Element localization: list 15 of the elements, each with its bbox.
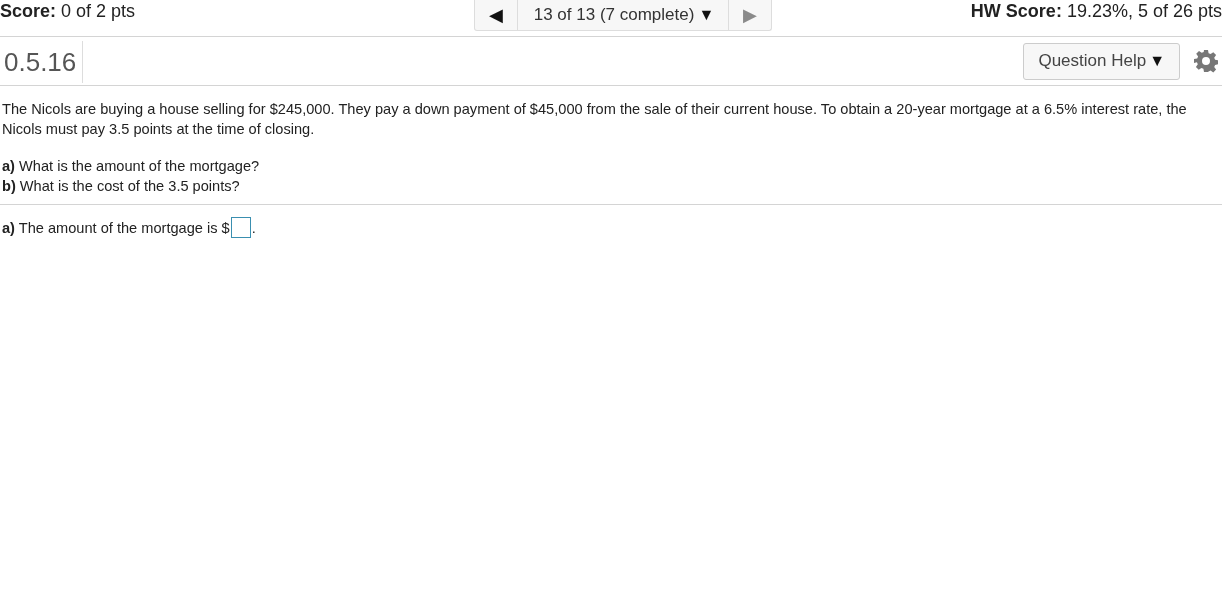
caret-icon: ▼ <box>698 6 715 24</box>
hw-score-text: HW Score: 19.23%, 5 of 26 pts <box>970 0 1222 22</box>
question-number: 0.5.16 <box>0 41 84 83</box>
answer-period: . <box>251 219 256 236</box>
caret-icon: ▼ <box>1149 52 1165 70</box>
answer-prompt: a) The amount of the mortgage is $ <box>2 219 230 236</box>
problem-text: The Nicols are buying a house selling for $245,000. They pay a down payment of $45,000 from the sale of their current house. To obtain a 20-year mortgage at a 6.5% interest rate, the Nicols must pay 3.5 points at the time of closing. <box>2 100 1188 139</box>
previous-button[interactable]: ◀ <box>474 0 517 30</box>
question-help-button[interactable]: Question Help ▼ <box>1023 42 1180 80</box>
question-dropdown[interactable]: 13 of 13 (7 complete) ▼ <box>516 0 730 30</box>
answer-field[interactable] <box>230 217 251 238</box>
question-part: a) What is the amount of the mortgage? <box>2 157 261 176</box>
settings-icon[interactable] <box>1194 49 1218 73</box>
question-part: b) What is the cost of the 3.5 points? <box>2 177 241 196</box>
score-text: Score: 0 of 2 pts <box>0 0 136 22</box>
